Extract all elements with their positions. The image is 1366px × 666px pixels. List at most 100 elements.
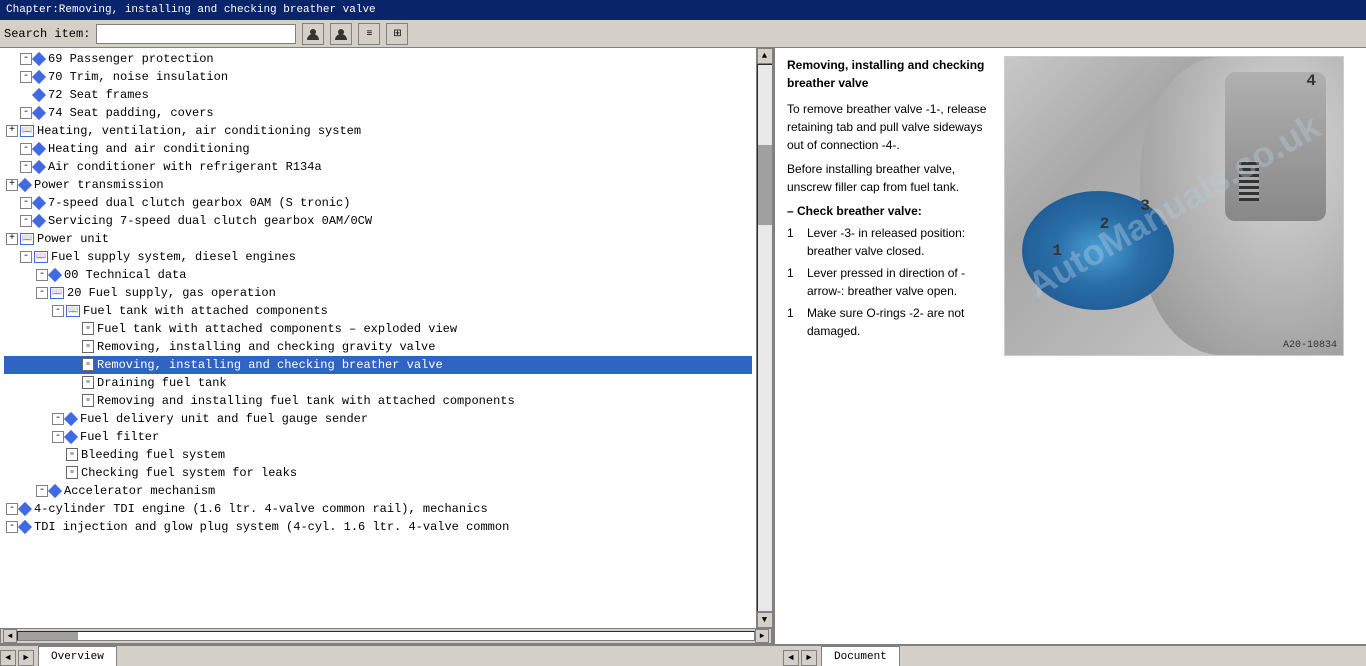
tree-item-7[interactable]: -Air conditioner with refrigerant R134a xyxy=(4,158,752,176)
doc-icon-17: ≡ xyxy=(82,340,94,353)
tree-item-14[interactable]: -📖20 Fuel supply, gas operation xyxy=(4,284,752,302)
menu-btn-1[interactable]: ≡ xyxy=(358,23,380,45)
tree-item-15[interactable]: -📖Fuel tank with attached components xyxy=(4,302,752,320)
book-icon-14: 📖 xyxy=(50,287,64,299)
tree-item-10[interactable]: -Servicing 7-speed dual clutch gearbox 0… xyxy=(4,212,752,230)
tree-label-4: 74 Seat padding, covers xyxy=(48,106,214,120)
expand-icon-10[interactable]: - xyxy=(20,215,32,227)
diamond-icon-3 xyxy=(32,88,46,102)
doc-title: Removing, installing and checking breath… xyxy=(787,56,992,92)
doc-image: AutoManuals.co.uk 1 2 3 4 A20-10834 xyxy=(1004,56,1354,636)
left-pane: - 69 Passenger protection -70 Trim, noise … xyxy=(0,48,775,644)
tree-label-20: Removing and installing fuel tank with a… xyxy=(97,394,515,408)
tree-label-14: 20 Fuel supply, gas operation xyxy=(67,286,276,300)
expand-icon-1[interactable]: - xyxy=(20,53,32,65)
book-icon-11: 📖 xyxy=(20,233,34,245)
tree-item-22[interactable]: -Fuel filter xyxy=(4,428,752,446)
tree-label-24: Checking fuel system for leaks xyxy=(81,466,297,480)
img-num-3: 3 xyxy=(1140,197,1150,215)
tree-item-24[interactable]: ≡Checking fuel system for leaks xyxy=(4,464,752,482)
right-nav-arrows: ◄ ► xyxy=(783,650,817,666)
scroll-down-btn[interactable]: ▼ xyxy=(757,612,773,628)
expand-icon-14[interactable]: - xyxy=(36,287,48,299)
nav-left-2[interactable]: ◄ xyxy=(783,650,799,666)
tree-item-25[interactable]: -Accelerator mechanism xyxy=(4,482,752,500)
expand-icon-21[interactable]: - xyxy=(52,413,64,425)
search-label: Search item: xyxy=(4,27,90,41)
expand-icon-12[interactable]: - xyxy=(20,251,32,263)
doc-para-0: To remove breather valve -1-, release re… xyxy=(787,100,992,154)
tree-item-1[interactable]: - 69 Passenger protection xyxy=(4,50,752,68)
menu-btn-2[interactable]: ⊞ xyxy=(386,23,408,45)
img-num-2: 2 xyxy=(1100,215,1110,233)
list-num-4: 1 xyxy=(787,264,803,300)
tree-label-1: 69 Passenger protection xyxy=(48,52,214,66)
tree-item-5[interactable]: +📖Heating, ventilation, air conditioning… xyxy=(4,122,752,140)
toolbar: Search item: ≡ ⊞ xyxy=(0,20,1366,48)
tree-item-3[interactable]: 72 Seat frames xyxy=(4,86,752,104)
nav-right-2[interactable]: ► xyxy=(801,650,817,666)
tree-item-27[interactable]: -TDI injection and glow plug system (4-c… xyxy=(4,518,752,536)
expand-icon-25[interactable]: - xyxy=(36,485,48,497)
tree-item-17[interactable]: ≡Removing, installing and checking gravi… xyxy=(4,338,752,356)
doc-icon-23: ≡ xyxy=(66,448,78,461)
diamond-icon-6 xyxy=(32,142,46,156)
expand-icon-22[interactable]: - xyxy=(52,431,64,443)
user-btn-2[interactable] xyxy=(330,23,352,45)
expand-icon-8[interactable]: + xyxy=(6,179,18,191)
diamond-icon-27 xyxy=(18,520,32,534)
left-nav-arrows: ◄ ► xyxy=(0,650,34,666)
tree-item-21[interactable]: -Fuel delivery unit and fuel gauge sende… xyxy=(4,410,752,428)
search-input[interactable] xyxy=(96,24,296,44)
tree-item-12[interactable]: -📖Fuel supply system, diesel engines xyxy=(4,248,752,266)
main-area: - 69 Passenger protection -70 Trim, noise … xyxy=(0,48,1366,644)
doc-para-4: 1Lever pressed in direction of -arrow-: … xyxy=(787,264,992,300)
expand-icon-5[interactable]: + xyxy=(6,125,18,137)
tree-item-4[interactable]: - 74 Seat padding, covers xyxy=(4,104,752,122)
doc-para-3: 1Lever -3- in released position: breathe… xyxy=(787,224,992,260)
tree-item-2[interactable]: -70 Trim, noise insulation xyxy=(4,68,752,86)
book-icon-12: 📖 xyxy=(34,251,48,263)
user-btn-1[interactable] xyxy=(302,23,324,45)
scroll-up-btn[interactable]: ▲ xyxy=(757,48,773,64)
tree-item-18[interactable]: ≡Removing, installing and checking breat… xyxy=(4,356,752,374)
expand-icon-7[interactable]: - xyxy=(20,161,32,173)
tree-item-19[interactable]: ≡Draining fuel tank xyxy=(4,374,752,392)
expand-icon-2[interactable]: - xyxy=(20,71,32,83)
tree-item-8[interactable]: +Power transmission xyxy=(4,176,752,194)
doc-paragraphs: To remove breather valve -1-, release re… xyxy=(787,100,992,340)
tree-item-26[interactable]: -4-cylinder TDI engine (1.6 ltr. 4-valve… xyxy=(4,500,752,518)
tree-label-19: Draining fuel tank xyxy=(97,376,227,390)
scroll-right-btn[interactable]: ► xyxy=(755,629,769,643)
expand-icon-11[interactable]: + xyxy=(6,233,18,245)
tree-item-6[interactable]: -Heating and air conditioning xyxy=(4,140,752,158)
tree-item-13[interactable]: -00 Technical data xyxy=(4,266,752,284)
expand-icon-27[interactable]: - xyxy=(6,521,18,533)
tree-item-11[interactable]: +📖Power unit xyxy=(4,230,752,248)
doc-icon-20: ≡ xyxy=(82,394,94,407)
scroll-left-btn[interactable]: ◄ xyxy=(3,629,17,643)
nav-left[interactable]: ◄ xyxy=(0,650,16,666)
expand-icon-13[interactable]: - xyxy=(36,269,48,281)
expand-icon-6[interactable]: - xyxy=(20,143,32,155)
tree-item-20[interactable]: ≡Removing and installing fuel tank with … xyxy=(4,392,752,410)
expand-icon-4[interactable]: - xyxy=(20,107,32,119)
left-tabs: ◄ ► Overview xyxy=(0,646,775,666)
book-icon-15: 📖 xyxy=(66,305,80,317)
tab-document[interactable]: Document xyxy=(821,646,900,666)
tree-container[interactable]: - 69 Passenger protection -70 Trim, noise … xyxy=(0,48,756,628)
expand-icon-26[interactable]: - xyxy=(6,503,18,515)
diamond-icon-1 xyxy=(32,52,46,66)
expand-icon-15[interactable]: - xyxy=(52,305,64,317)
tab-overview[interactable]: Overview xyxy=(38,646,117,666)
nav-right[interactable]: ► xyxy=(18,650,34,666)
tree-item-23[interactable]: ≡Bleeding fuel system xyxy=(4,446,752,464)
h-scroll-track[interactable] xyxy=(17,631,755,641)
h-scrollbar[interactable]: ◄ ► xyxy=(0,628,772,644)
scroll-track[interactable] xyxy=(757,64,773,612)
expand-icon-9[interactable]: - xyxy=(20,197,32,209)
tree-scrollbar[interactable]: ▲ ▼ xyxy=(756,48,772,628)
tree-item-16[interactable]: ≡Fuel tank with attached components – ex… xyxy=(4,320,752,338)
doc-icon-16: ≡ xyxy=(82,322,94,335)
tree-item-9[interactable]: -7-speed dual clutch gearbox 0AM (S tron… xyxy=(4,194,752,212)
